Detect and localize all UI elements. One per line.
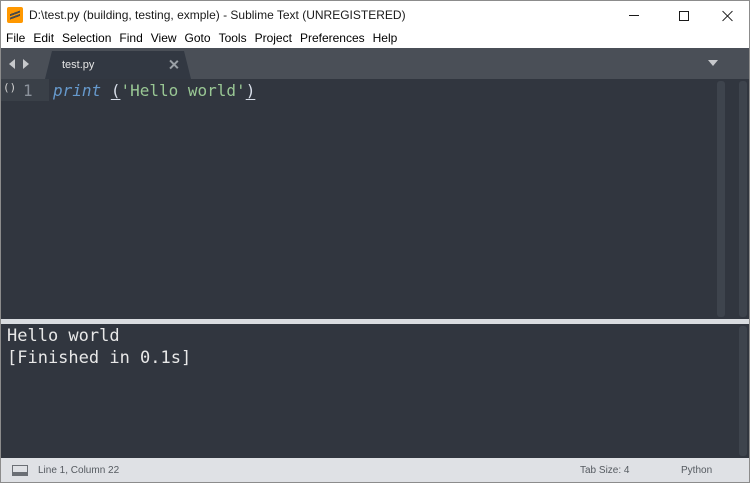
menu-selection[interactable]: Selection [62, 30, 111, 48]
menu-edit[interactable]: Edit [33, 30, 54, 48]
window-title: D:\test.py (building, testing, exmple) -… [29, 8, 406, 22]
close-icon [722, 10, 734, 22]
show-panel-icon[interactable] [12, 465, 28, 476]
bracket-marker: () [3, 81, 17, 94]
sublime-window: D:\test.py (building, testing, exmple) -… [0, 0, 750, 483]
code-close-paren: ) [245, 81, 256, 100]
tab-bar: test.py [1, 48, 749, 79]
build-output-panel: Hello world [Finished in 0.1s] [1, 324, 749, 458]
menu-find[interactable]: Find [119, 30, 142, 48]
tab-nav-left-icon[interactable] [9, 59, 15, 69]
tab-close-icon[interactable] [169, 60, 179, 70]
code-keyword: print [53, 81, 102, 100]
title-bar: D:\test.py (building, testing, exmple) -… [1, 1, 749, 30]
editor-scrollbar[interactable] [739, 81, 747, 317]
menu-view[interactable]: View [151, 30, 177, 48]
maximize-icon [679, 10, 689, 21]
gutter: () 1 [1, 79, 49, 319]
menu-project[interactable]: Project [255, 30, 292, 48]
code-open-paren: ( [110, 81, 121, 100]
output-scrollbar[interactable] [739, 326, 747, 456]
tab-nav [9, 58, 35, 70]
maximize-button[interactable] [661, 1, 707, 30]
menu-goto[interactable]: Goto [185, 30, 211, 48]
menu-bar: File Edit Selection Find View Goto Tools… [1, 30, 749, 48]
tab-test-py[interactable]: test.py [45, 51, 191, 79]
code-string: 'Hello world' [120, 81, 246, 100]
minimize-icon [629, 15, 639, 16]
cursor-position[interactable]: Line 1, Column 22 [38, 465, 119, 476]
output-line: [Finished in 0.1s] [7, 348, 192, 368]
menu-help[interactable]: Help [373, 30, 398, 48]
close-button[interactable] [705, 1, 750, 30]
tab-size[interactable]: Tab Size: 4 [580, 465, 629, 476]
line-number: 1 [23, 81, 33, 100]
tab-list-chevron-down-icon[interactable] [708, 60, 718, 66]
code-editor[interactable]: () 1 print ('Hello world') [1, 79, 749, 319]
sublime-text-icon [7, 7, 23, 23]
minimap-scrollbar[interactable] [717, 81, 725, 317]
tab-nav-right-icon[interactable] [23, 59, 29, 69]
syntax-selector[interactable]: Python [681, 465, 712, 476]
menu-file[interactable]: File [6, 30, 25, 48]
status-bar: Line 1, Column 22 Tab Size: 4 Python [1, 458, 749, 482]
tab-label: test.py [62, 59, 95, 71]
menu-tools[interactable]: Tools [219, 30, 247, 48]
minimize-button[interactable] [611, 1, 657, 30]
code-line[interactable]: print ('Hello world') [53, 81, 255, 100]
menu-preferences[interactable]: Preferences [300, 30, 365, 48]
output-line: Hello world [7, 326, 120, 346]
